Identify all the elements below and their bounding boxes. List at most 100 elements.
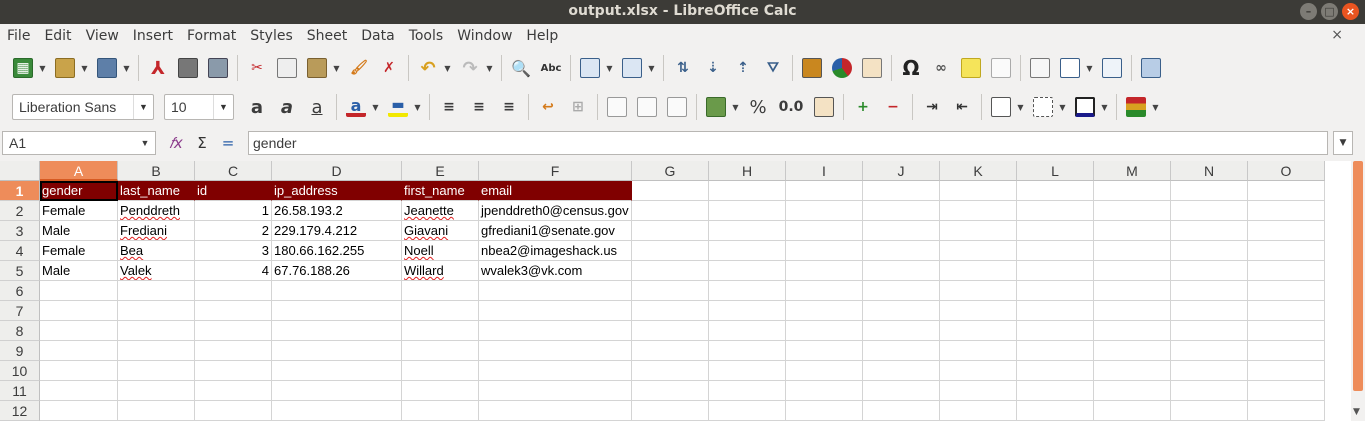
cut-button[interactable]: ✂	[244, 54, 270, 82]
cell[interactable]	[1094, 301, 1171, 321]
merge-cells-button[interactable]: ⊞	[565, 93, 591, 121]
cell[interactable]	[479, 341, 632, 361]
sum-icon[interactable]: Σ	[192, 133, 212, 153]
italic-button[interactable]: a	[274, 93, 300, 121]
cell[interactable]	[1017, 341, 1094, 361]
cell[interactable]: Jeanette	[402, 201, 479, 221]
cell[interactable]	[1017, 221, 1094, 241]
cell[interactable]	[118, 301, 195, 321]
cell[interactable]: Male	[40, 261, 118, 281]
cell[interactable]	[1248, 261, 1325, 281]
print-preview-button[interactable]	[205, 54, 231, 82]
conditional-format-button[interactable]	[1123, 93, 1149, 121]
cell[interactable]	[118, 401, 195, 421]
cell[interactable]	[1171, 241, 1248, 261]
cell[interactable]	[632, 321, 709, 341]
cell[interactable]	[1094, 361, 1171, 381]
chevron-down-icon[interactable]: ▼	[133, 95, 153, 119]
cell[interactable]	[1094, 181, 1171, 201]
cell[interactable]	[195, 361, 272, 381]
freeze-rows-columns-button[interactable]	[1057, 54, 1083, 82]
cell[interactable]	[40, 381, 118, 401]
formula-input[interactable]: gender	[248, 131, 1328, 155]
open-button[interactable]	[52, 54, 78, 82]
chevron-down-icon[interactable]: ▼	[213, 95, 233, 119]
cell[interactable]	[479, 301, 632, 321]
cell[interactable]: last_name	[118, 181, 195, 201]
cell[interactable]: nbea2@imageshack.us	[479, 241, 632, 261]
freeze-dropdown-icon[interactable]: ▼	[1085, 64, 1094, 73]
add-decimal-place-button[interactable]: +	[850, 93, 876, 121]
underline-button[interactable]: a	[304, 93, 330, 121]
increase-indent-button[interactable]: ⇥	[919, 93, 945, 121]
row-dropdown-icon[interactable]: ▼	[605, 64, 614, 73]
cell[interactable]: Noell	[402, 241, 479, 261]
cell[interactable]	[402, 321, 479, 341]
align-bottom-button[interactable]	[664, 93, 690, 121]
column-header-m[interactable]: M	[1094, 161, 1171, 181]
cell[interactable]: email	[479, 181, 632, 201]
open-dropdown-icon[interactable]: ▼	[80, 64, 89, 73]
column-button[interactable]	[619, 54, 645, 82]
cell[interactable]	[1171, 221, 1248, 241]
cell[interactable]	[940, 261, 1017, 281]
row-header[interactable]: 5	[0, 261, 40, 281]
cell[interactable]	[632, 201, 709, 221]
cell[interactable]	[863, 301, 940, 321]
cell[interactable]	[479, 361, 632, 381]
cell[interactable]	[402, 381, 479, 401]
row-header[interactable]: 1	[0, 181, 40, 201]
cell[interactable]	[1171, 341, 1248, 361]
row-header[interactable]: 3	[0, 221, 40, 241]
cell[interactable]	[272, 381, 402, 401]
cell[interactable]	[863, 341, 940, 361]
border-style-button[interactable]	[1030, 93, 1056, 121]
cell[interactable]	[940, 401, 1017, 421]
date-format-button[interactable]	[811, 93, 837, 121]
font-color-dropdown-icon[interactable]: ▼	[371, 103, 380, 112]
cell[interactable]	[40, 281, 118, 301]
cell[interactable]	[1171, 181, 1248, 201]
cell[interactable]	[1094, 241, 1171, 261]
cell[interactable]	[863, 241, 940, 261]
show-draw-functions-button[interactable]	[1138, 54, 1164, 82]
cell[interactable]: wvalek3@vk.com	[479, 261, 632, 281]
cell[interactable]	[118, 321, 195, 341]
cell[interactable]	[940, 341, 1017, 361]
cell[interactable]	[632, 221, 709, 241]
cell[interactable]	[863, 381, 940, 401]
cell[interactable]	[195, 321, 272, 341]
cell[interactable]	[1248, 361, 1325, 381]
menu-edit[interactable]: Edit	[37, 24, 78, 49]
cell[interactable]	[940, 381, 1017, 401]
cell[interactable]	[786, 221, 863, 241]
export-pdf-button[interactable]: ⅄	[145, 54, 171, 82]
cell[interactable]	[1094, 341, 1171, 361]
cell[interactable]	[402, 341, 479, 361]
cell[interactable]	[709, 381, 786, 401]
cell[interactable]	[195, 281, 272, 301]
cell[interactable]	[786, 321, 863, 341]
comment-button[interactable]	[958, 54, 984, 82]
menu-sheet[interactable]: Sheet	[300, 24, 354, 49]
cell[interactable]	[709, 361, 786, 381]
undo-button[interactable]: ↶	[415, 54, 441, 82]
border-color-button[interactable]	[1072, 93, 1098, 121]
paste-button[interactable]	[304, 54, 330, 82]
cell[interactable]	[863, 181, 940, 201]
cell[interactable]	[786, 281, 863, 301]
cell[interactable]	[863, 401, 940, 421]
row-header[interactable]: 10	[0, 361, 40, 381]
cell[interactable]	[709, 401, 786, 421]
cell[interactable]	[40, 401, 118, 421]
menu-help[interactable]: Help	[519, 24, 565, 49]
select-all-corner[interactable]	[0, 161, 40, 181]
minimize-button[interactable]: –	[1300, 3, 1317, 20]
cell[interactable]	[632, 401, 709, 421]
borders-dropdown-icon[interactable]: ▼	[1016, 103, 1025, 112]
cell[interactable]	[940, 221, 1017, 241]
cell[interactable]: Bea	[118, 241, 195, 261]
column-header-g[interactable]: G	[632, 161, 709, 181]
special-character-button[interactable]: Ω	[898, 54, 924, 82]
menu-tools[interactable]: Tools	[402, 24, 451, 49]
